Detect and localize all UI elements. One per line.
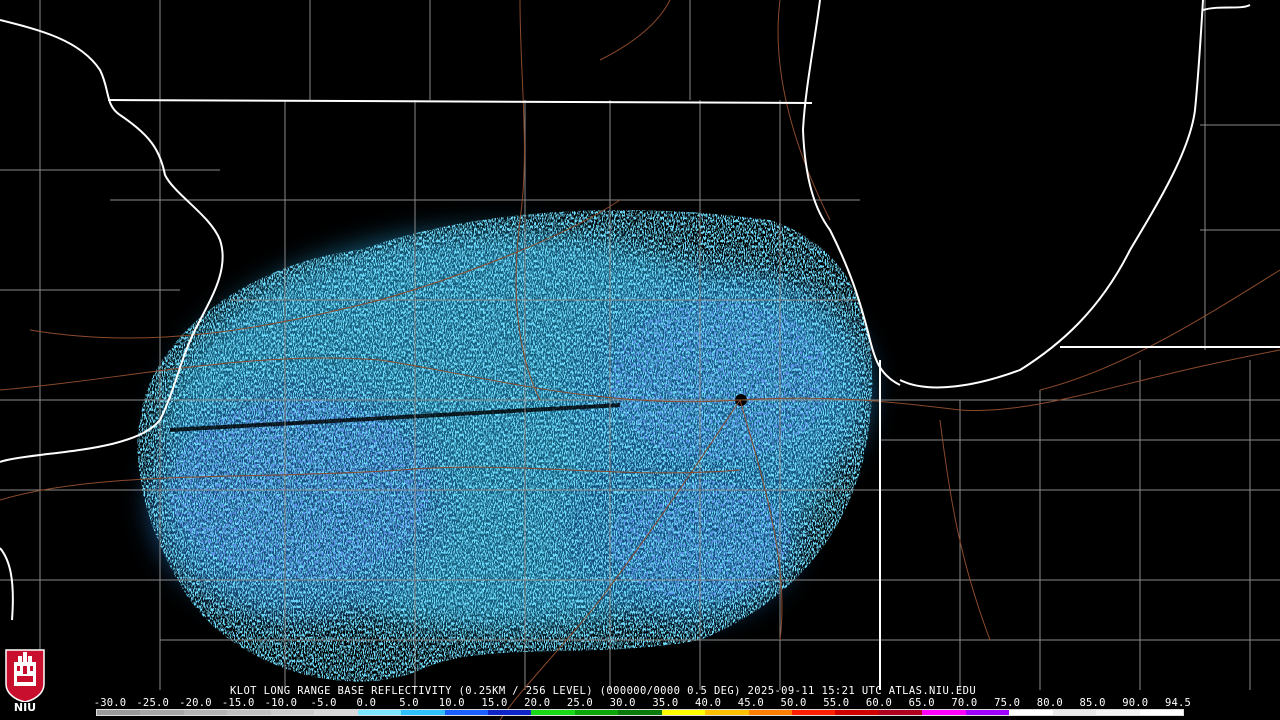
- colorbar-segment: [705, 710, 749, 715]
- scale-tick-label: -25.0: [136, 697, 170, 709]
- scale-tick-label: 20.0: [524, 697, 551, 709]
- scale-tick-label: 5.0: [399, 697, 419, 709]
- scale-tick-label: 25.0: [566, 697, 593, 709]
- scale-tick-label: 80.0: [1036, 697, 1063, 709]
- colorbar-segment: [922, 710, 966, 715]
- colorbar-segment: [401, 710, 445, 715]
- colorbar-segment: [748, 710, 792, 715]
- colorbar-segment: [227, 710, 271, 715]
- scale-tick-label: -30.0: [93, 697, 127, 709]
- scale-tick-label: 70.0: [951, 697, 978, 709]
- radar-map: [0, 0, 1280, 720]
- colorbar-segment: [1009, 710, 1053, 715]
- reflectivity-scale-labels: -30.0 -25.0 -20.0 -15.0 -10.0 -5.0 0.0 5.0 10.0 1…: [0, 697, 1280, 709]
- colorbar-segment: [140, 710, 184, 715]
- scale-tick-label: 60.0: [865, 697, 892, 709]
- colorbar-segment: [97, 710, 141, 715]
- reflectivity-colorbar: [96, 709, 1184, 716]
- colorbar-segment: [314, 710, 358, 715]
- colorbar-segment: [965, 710, 1010, 715]
- colorbar-segment: [1052, 710, 1097, 715]
- colorbar-segment: [661, 710, 706, 715]
- colorbar-segment: [183, 710, 228, 715]
- scale-tick-label: 10.0: [438, 697, 465, 709]
- colorbar-segment: [618, 710, 662, 715]
- radar-product-caption: KLOT LONG RANGE BASE REFLECTIVITY (0.25K…: [230, 685, 977, 697]
- scale-tick-label: -20.0: [179, 697, 212, 709]
- scale-tick-label: -15.0: [221, 697, 255, 709]
- colorbar-segment: [270, 710, 315, 715]
- scale-tick-label: -5.0: [310, 697, 337, 709]
- scale-tick-label: 30.0: [609, 697, 636, 709]
- colorbar-segment: [531, 710, 575, 715]
- scale-tick-label: 90.0: [1122, 697, 1149, 709]
- colorbar-segment: [1096, 710, 1140, 715]
- scale-tick-label: 50.0: [780, 697, 807, 709]
- scale-tick-label: 15.0: [481, 697, 508, 709]
- scale-tick-label: 94.5: [1164, 697, 1192, 709]
- colorbar-segment: [487, 710, 532, 715]
- colorbar-segment: [357, 710, 402, 715]
- colorbar-segment: [444, 710, 488, 715]
- scale-tick-label: 45.0: [737, 697, 764, 709]
- scale-tick-label: 75.0: [994, 697, 1021, 709]
- scale-tick-label: 55.0: [823, 697, 850, 709]
- scale-tick-label: 40.0: [695, 697, 722, 709]
- colorbar-segment: [574, 710, 619, 715]
- scale-tick-label: 35.0: [652, 697, 679, 709]
- niu-shield-icon: [5, 649, 45, 703]
- scale-tick-label: -10.0: [264, 697, 298, 709]
- colorbar-segment: [792, 710, 836, 715]
- niu-logo: NIU: [4, 648, 46, 716]
- niu-logo-text: NIU: [13, 701, 37, 714]
- scale-tick-label: 85.0: [1079, 697, 1106, 709]
- scale-tick-label: 0.0: [356, 697, 377, 709]
- colorbar-segment: [1139, 710, 1183, 715]
- colorbar-segment: [835, 710, 879, 715]
- colorbar-segment: [878, 710, 923, 715]
- scale-tick-label: 65.0: [908, 697, 935, 709]
